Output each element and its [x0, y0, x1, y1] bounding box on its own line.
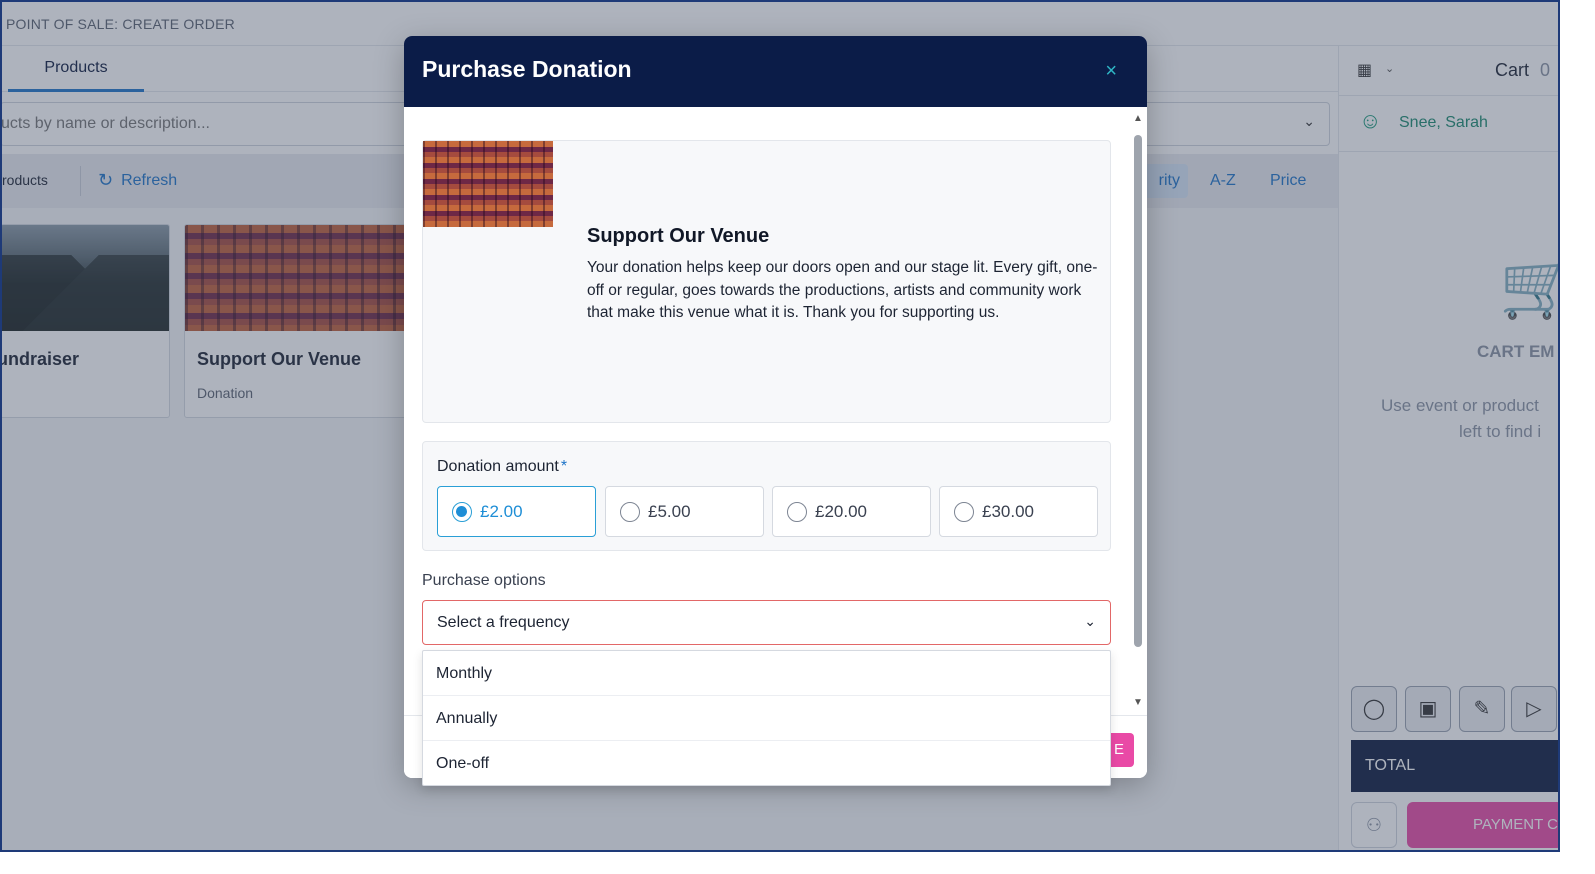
amount-option[interactable]: £5.00 [605, 486, 764, 537]
modal-title: Purchase Donation [422, 56, 632, 82]
amount-value: £5.00 [648, 502, 691, 521]
scroll-thumb[interactable] [1134, 135, 1142, 647]
donation-title: Support Our Venue [587, 225, 770, 247]
frequency-option[interactable]: Annually [423, 696, 1110, 741]
frequency-option[interactable]: One-off [423, 741, 1110, 786]
close-icon[interactable]: × [1105, 60, 1117, 83]
radio-icon[interactable] [787, 502, 807, 522]
frequency-value: Select a frequency [437, 614, 570, 631]
chevron-down-icon[interactable]: ⌄ [1084, 613, 1096, 630]
modal-header: Purchase Donation × [404, 36, 1147, 107]
purchase-options-label: Purchase options [422, 572, 546, 589]
amount-value: £2.00 [480, 502, 523, 521]
amount-option[interactable]: £30.00 [939, 486, 1098, 537]
frequency-option-label: Monthly [436, 665, 493, 682]
venue-image [423, 141, 553, 227]
frequency-option-label: One-off [436, 755, 490, 772]
donation-description: Your donation helps keep our doors open … [587, 259, 1098, 321]
donation-info-card: Support Our Venue Your donation helps ke… [422, 140, 1111, 423]
donation-amount-group: Donation amount * £2.00 £5.00 £20.00 £30.… [422, 441, 1111, 551]
amount-option[interactable]: £2.00 [437, 486, 596, 537]
amount-value: £30.00 [982, 502, 1034, 521]
scroll-down-arrow-icon[interactable]: ▼ [1133, 697, 1143, 708]
amount-value: £20.00 [815, 502, 867, 521]
donation-amount-label: Donation amount * [437, 458, 567, 476]
radio-icon[interactable] [954, 502, 974, 522]
radio-icon[interactable] [452, 502, 472, 522]
frequency-dropdown: Monthly Annually One-off [422, 650, 1111, 786]
scroll-up-arrow-icon[interactable]: ▲ [1133, 113, 1143, 124]
radio-icon[interactable] [620, 502, 640, 522]
frequency-select[interactable]: Select a frequency ⌄ [422, 600, 1111, 645]
amount-option[interactable]: £20.00 [772, 486, 931, 537]
frequency-option[interactable]: Monthly [423, 651, 1110, 696]
modal-body: Support Our Venue Your donation helps ke… [404, 107, 1147, 715]
required-marker: * [560, 458, 568, 475]
scrollbar[interactable]: ▲ ▼ [1131, 111, 1145, 711]
frequency-option-label: Annually [436, 710, 498, 727]
donation-amount-text: Donation amount [437, 458, 559, 475]
